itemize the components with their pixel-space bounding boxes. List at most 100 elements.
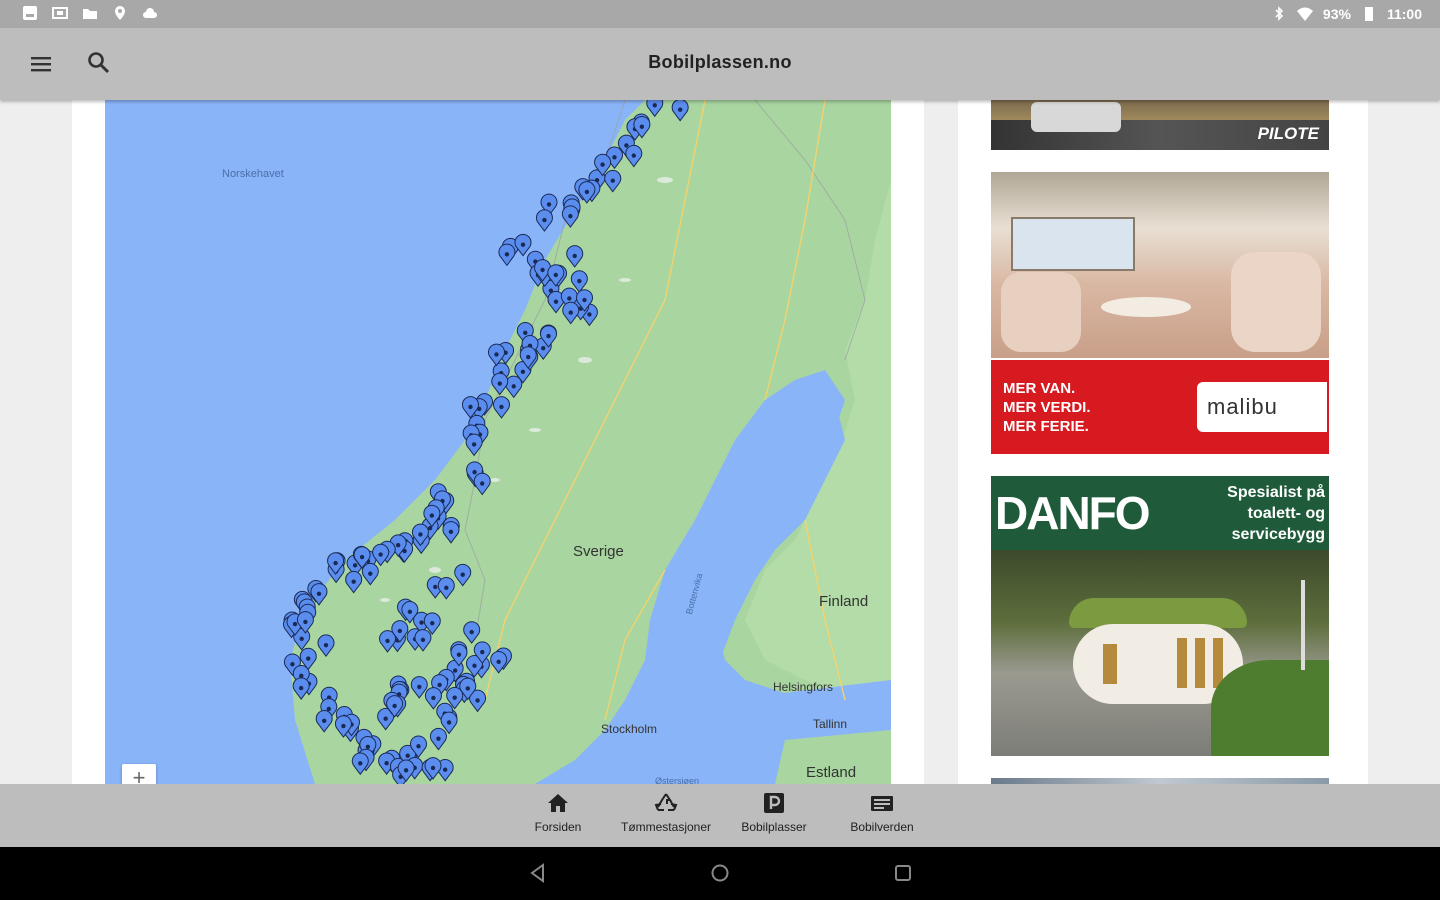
map-pin-dot — [416, 744, 421, 749]
map-pin-dot — [568, 310, 573, 315]
ad-danfo[interactable]: DANFO Spesialist på toalett- og serviceb… — [991, 476, 1329, 756]
ad-malibu-line-1: MER VAN. — [1003, 380, 1076, 397]
map-pin-dot — [520, 242, 526, 247]
page-title: Bobilplassen.no — [648, 52, 792, 72]
newspaper-icon — [871, 796, 893, 811]
map-pin-dot — [430, 765, 436, 771]
map-pin-dot — [472, 469, 477, 475]
map-pin-dot — [572, 253, 577, 259]
map-pin-dot — [417, 684, 422, 690]
ad-malibu-logo: malibu — [1207, 394, 1278, 419]
image-icon — [23, 6, 37, 20]
zoom-in-button[interactable]: + — [122, 764, 156, 784]
map-pin-dot — [385, 638, 390, 644]
map-pin-dot — [395, 543, 401, 548]
map-pin-dot — [444, 585, 449, 591]
map-pin-dot — [456, 652, 462, 657]
map-pin-dot — [383, 716, 388, 721]
map-pin-dot — [631, 153, 636, 158]
map-pin-dot — [494, 352, 499, 357]
back-icon[interactable] — [528, 863, 548, 883]
ad-pilote[interactable]: PILOTE — [991, 100, 1329, 150]
ad-malibu-window — [1011, 217, 1135, 271]
map-pin-dot — [446, 720, 452, 725]
map-pin-dot — [298, 685, 304, 691]
map-pin-dot — [407, 609, 413, 614]
label-finland: Finland — [819, 593, 868, 610]
label-stockholm: Stockholm — [601, 722, 657, 736]
label-tallinn: Tallinn — [813, 717, 847, 731]
ad-malibu-interior-image — [991, 172, 1329, 358]
map-pin-dot — [430, 621, 435, 626]
map-pin-dot — [541, 345, 546, 351]
map-pin-dot — [326, 706, 332, 712]
recents-icon[interactable] — [893, 863, 913, 883]
map-pin-dot — [437, 682, 442, 688]
label-norskehavet: Norskehavet — [222, 168, 284, 180]
ad-danfo-tagline-1: Spesialist på — [1227, 484, 1325, 501]
battery-icon — [1364, 7, 1373, 21]
ad-pilote-brand: PILOTE — [1257, 124, 1319, 143]
ad-danfo-brand: DANFO — [995, 487, 1151, 539]
location-icon — [115, 6, 125, 20]
map-pin-dot — [480, 649, 485, 655]
map-pin-dot — [365, 744, 371, 749]
nav-forsiden-label: Forsiden — [534, 820, 582, 834]
map-pin-dot — [523, 330, 528, 335]
wifi-icon — [1296, 7, 1313, 21]
nav-forsiden[interactable]: Forsiden — [503, 792, 613, 834]
map-pin-dot — [600, 162, 605, 167]
map-pin-dot — [368, 571, 373, 576]
map-pin-dot — [526, 354, 531, 360]
ad-danfo-door-4 — [1103, 644, 1117, 684]
map-pin-dot — [431, 695, 436, 701]
map-pin-dot — [419, 620, 424, 625]
ad-danfo-photo — [991, 550, 1329, 756]
ad-malibu-line-3: MER FERIE. — [1003, 418, 1089, 435]
status-icons-left — [22, 5, 158, 21]
status-bar: 93% 11:00 — [0, 0, 1440, 28]
map-pin-dot — [378, 552, 383, 557]
ad-malibu-table — [1101, 297, 1191, 317]
home-icon — [548, 794, 568, 812]
map-pin-dot — [442, 767, 448, 772]
bottom-navigation: Forsiden Tømmestasjoner Bobilplasser Bob… — [0, 784, 1440, 847]
map-pin-dot — [433, 584, 438, 590]
nav-bobilplasser-label: Bobilplasser — [741, 820, 807, 834]
map-pin-dot — [418, 532, 423, 537]
map-pin-dot — [397, 628, 403, 634]
home-circle-icon[interactable] — [710, 863, 730, 883]
map-pin-dot — [321, 718, 327, 724]
folder-icon — [83, 9, 97, 19]
map-pin-dot — [546, 333, 551, 339]
map-pin-dot — [567, 296, 572, 301]
label-helsingfors: Helsingfors — [773, 680, 833, 694]
ad-danfo-door-2 — [1195, 638, 1205, 688]
map-pin-dot — [471, 442, 477, 447]
ad-malibu-logo-box: malibu — [1197, 382, 1327, 432]
ad-malibu-seat-left — [1001, 272, 1081, 352]
map-view[interactable]: Norskehavet Sverige Finland Helsingfors … — [105, 100, 891, 784]
map-pin-dot — [452, 695, 457, 700]
cloud-icon — [143, 8, 157, 18]
map-pin-dot — [584, 189, 590, 195]
map-pin-dot — [511, 384, 516, 389]
nav-bobilplasser[interactable]: Bobilplasser — [719, 792, 829, 834]
nav-bobilverden[interactable]: Bobilverden — [827, 792, 937, 834]
map-pin-dot — [299, 636, 304, 642]
app-bar: Bobilplassen.no — [0, 28, 1440, 100]
nav-tommestasjoner[interactable]: Tømmestasjoner — [611, 792, 721, 834]
map-pin-dot — [496, 659, 501, 665]
map-pin-dot — [480, 481, 485, 486]
map-pin-dot — [624, 143, 629, 148]
ad-malibu[interactable]: MER VAN. MER VERDI. MER FERIE. malibu — [991, 172, 1329, 454]
map-pin-dot — [290, 662, 295, 667]
map-pin-dot — [582, 297, 587, 303]
map-pin-dot — [351, 579, 356, 584]
map-pin-dot — [452, 668, 458, 673]
label-sverige: Sverige — [573, 543, 624, 560]
bluetooth-icon — [1275, 6, 1284, 21]
map-pin-dot — [358, 761, 363, 766]
ad-danfo-tagline-2: toalett- og — [1247, 505, 1325, 522]
parking-icon — [764, 793, 784, 813]
